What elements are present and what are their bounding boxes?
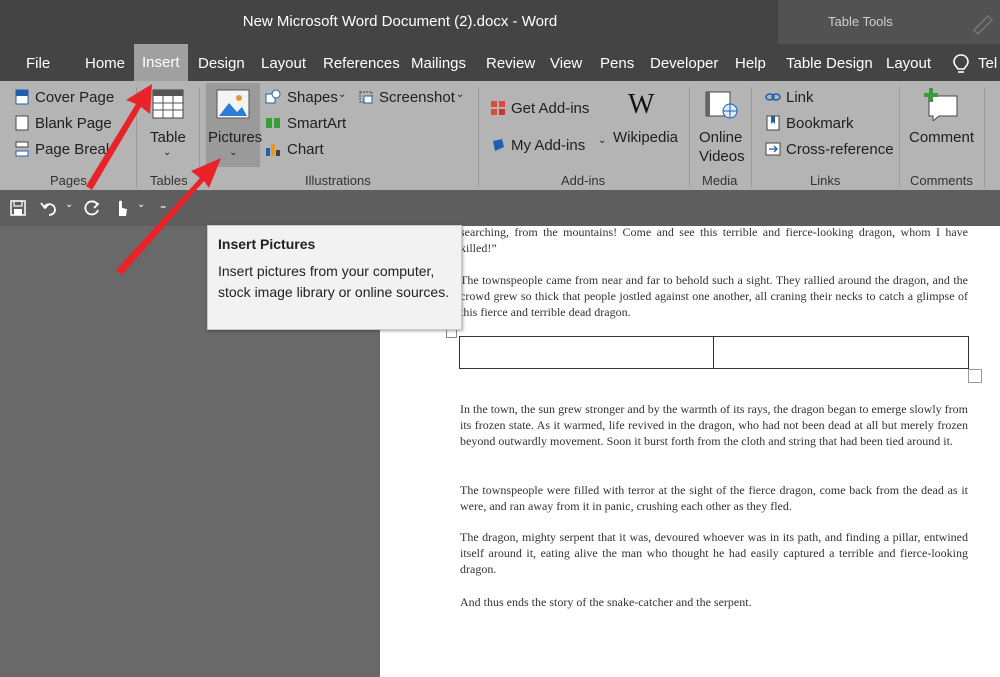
arrow-icon: [86, 84, 152, 190]
annotation-arrows: [86, 84, 221, 275]
arrow-icon: [116, 158, 221, 275]
